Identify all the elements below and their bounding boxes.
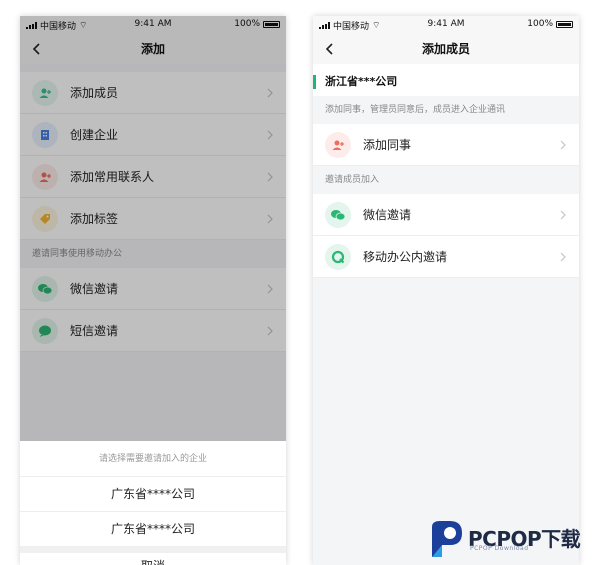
watermark: PCPOP下载 PCPOP Download — [428, 515, 600, 565]
left-screen: 中国移动 ⌔ 9:41 AM 100% 添加 添加成员 创建企业 添加常用联系人 — [20, 16, 286, 565]
row-label: 移动办公内邀请 — [363, 250, 448, 264]
chevron-right-icon — [560, 210, 566, 219]
sheet-hint: 请选择需要邀请加入的企业 — [20, 441, 286, 477]
right-screen: 中国移动 ⌔ 9:41 AM 100% 添加成员 浙江省***公司 添加同事，管… — [313, 16, 579, 565]
company-picker-sheet: 请选择需要邀请加入的企业 广东省****公司 广东省****公司 取消 — [20, 441, 286, 565]
section-label: 添加同事，管理员同意后，成员进入企业通讯 — [325, 105, 506, 115]
row-wechat-invite[interactable]: 微信邀请 — [313, 194, 579, 236]
page-title: 添加成员 — [421, 42, 470, 56]
watermark-sub: PCPOP Download — [470, 545, 529, 552]
company-name: 浙江省***公司 — [325, 75, 398, 88]
chevron-right-icon — [560, 252, 566, 261]
row-mobile-office-invite[interactable]: 移动办公内邀请 — [313, 236, 579, 278]
battery-icon — [556, 20, 573, 28]
mobile-office-icon — [325, 243, 351, 270]
sheet-option[interactable]: 广东省****公司 — [20, 512, 286, 547]
back-icon[interactable] — [323, 42, 337, 56]
wechat-icon — [325, 201, 351, 228]
cancel-button[interactable]: 取消 — [20, 553, 286, 565]
current-company[interactable]: 浙江省***公司 — [313, 68, 579, 96]
row-add-colleague[interactable]: 添加同事 — [313, 124, 579, 166]
nav-bar: 添加成员 — [313, 34, 579, 64]
status-bar: 中国移动 ⌔ 9:41 AM 100% — [313, 16, 579, 34]
row-label: 微信邀请 — [363, 208, 412, 222]
sheet-option[interactable]: 广东省****公司 — [20, 477, 286, 512]
section-label: 邀请成员加入 — [325, 175, 380, 185]
add-colleague-icon — [325, 131, 351, 158]
battery-label: 100% — [527, 19, 553, 29]
row-label: 添加同事 — [363, 138, 412, 152]
chevron-right-icon — [560, 140, 566, 149]
watermark-logo-icon — [432, 521, 462, 557]
accent-bar — [313, 75, 316, 89]
